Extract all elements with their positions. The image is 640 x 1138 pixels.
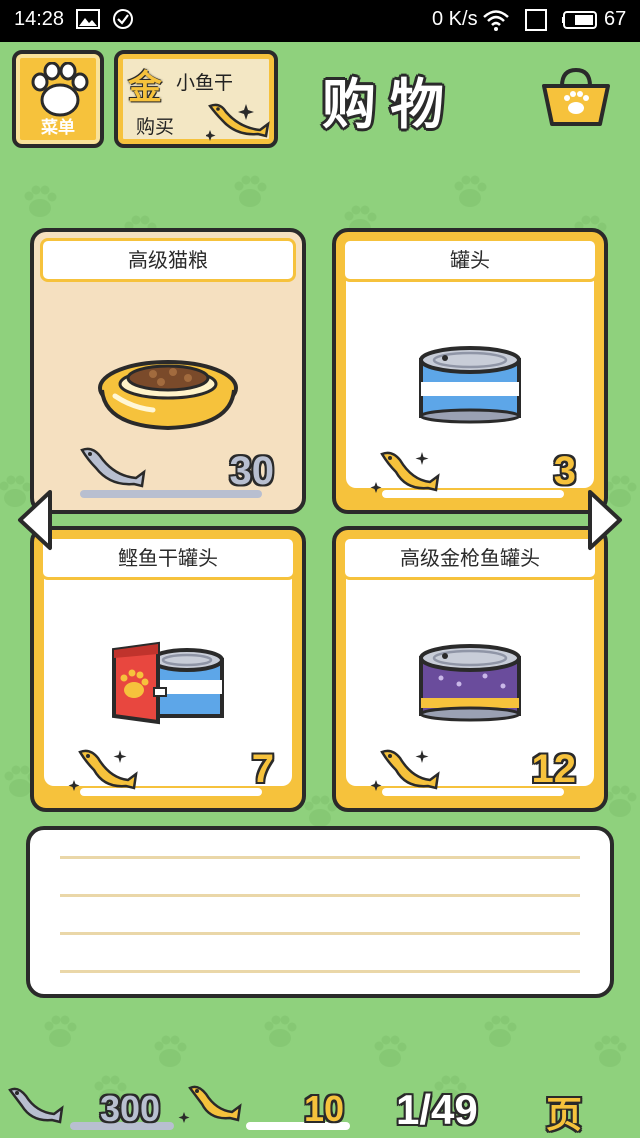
paw-icon	[31, 62, 89, 117]
item-name: 鲣鱼干罐头	[40, 536, 296, 580]
sim-icon	[525, 9, 547, 31]
item-price: 12	[531, 747, 577, 791]
food-bowl-icon	[98, 360, 238, 431]
gold-fish-icon	[370, 749, 440, 791]
gold-fish-icon	[206, 103, 270, 141]
battery-icon	[562, 11, 597, 29]
item-price: 3	[553, 449, 576, 493]
menu-label: 菜单	[41, 118, 75, 138]
ruled-line	[60, 856, 580, 859]
ruled-line	[60, 970, 580, 973]
item-card-can[interactable]: 罐头 3	[332, 228, 608, 514]
gold-fish-count: 10	[304, 1088, 345, 1129]
item-description-box	[26, 826, 614, 998]
silver-fish-count: 300	[100, 1088, 161, 1129]
status-bar: 14:28 0 K/s 67	[0, 0, 640, 42]
ruled-line	[60, 894, 580, 897]
next-page-arrow-icon[interactable]	[586, 488, 624, 552]
item-card-bonito-can[interactable]: 鲣鱼干罐头 7	[30, 526, 306, 812]
item-name: 罐头	[342, 238, 598, 282]
item-card-premium-tuna-can[interactable]: 高级金枪鱼罐头 12	[332, 526, 608, 812]
wifi-icon	[483, 10, 509, 31]
page-title: 购物	[322, 73, 458, 136]
prev-page-arrow-icon[interactable]	[16, 488, 54, 552]
silver-fish-icon	[8, 1087, 64, 1124]
gold-fish-icon	[370, 451, 440, 493]
page-indicator: 1/49	[396, 1086, 478, 1133]
item-price: 7	[251, 747, 274, 791]
item-card-premium-cat-food[interactable]: 高级猫粮 30	[30, 228, 306, 514]
bonito-can-icon	[112, 641, 224, 725]
menu-button[interactable]: 菜单	[12, 50, 104, 148]
buy-label: 购买	[136, 116, 175, 138]
item-price: 30	[229, 449, 275, 493]
net-speed: 0 K/s	[432, 8, 478, 30]
silver-fish-icon	[80, 447, 146, 488]
ruled-line	[60, 932, 580, 935]
item-name: 高级猫粮	[40, 238, 296, 282]
gold-fish-icon	[68, 749, 138, 791]
check-circle-icon	[113, 9, 133, 29]
currency-footer: 300 10 1/49 页	[0, 1078, 640, 1138]
shopping-bag-icon[interactable]	[540, 66, 612, 128]
image-icon	[76, 9, 100, 29]
item-name: 高级金枪鱼罐头	[342, 536, 598, 580]
gold-badge: 金	[128, 68, 162, 108]
can-icon	[419, 346, 521, 424]
page-label: 页	[546, 1094, 583, 1135]
battery-percent: 67	[604, 8, 627, 30]
buy-gold-fish-button[interactable]: 金 小鱼干 购买	[114, 50, 278, 148]
tuna-can-icon	[419, 644, 521, 722]
gold-fish-label: 小鱼干	[176, 72, 234, 94]
gold-fish-icon	[178, 1085, 242, 1123]
status-time: 14:28	[14, 8, 65, 30]
